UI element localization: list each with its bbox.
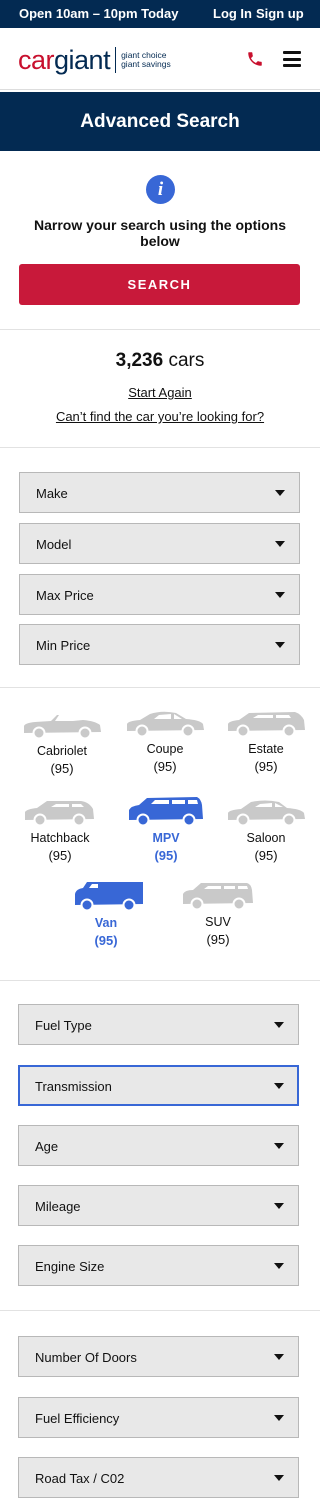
chevron-down-icon (274, 1083, 284, 1089)
suv-icon (183, 883, 253, 911)
phone-icon[interactable] (246, 50, 264, 68)
mileage-select[interactable]: Mileage (18, 1185, 299, 1226)
age-select[interactable]: Age (18, 1125, 299, 1166)
top-bar: Open 10am – 10pm Today Log In Sign up (0, 0, 320, 28)
road-tax-select[interactable]: Road Tax / C02 (18, 1457, 299, 1498)
body-type-saloon[interactable]: Saloon (95) (218, 797, 314, 863)
cargiant-logo[interactable]: cargiant giant choice giant savings (18, 44, 171, 76)
body-type-label: Cabriolet (36, 744, 88, 758)
chevron-down-icon (274, 1354, 284, 1360)
search-button[interactable]: SEARCH (19, 264, 300, 305)
number-of-doors-select[interactable]: Number Of Doors (18, 1336, 299, 1377)
hamburger-menu-icon[interactable] (283, 51, 301, 67)
divider (0, 329, 320, 330)
body-type-count: (95) (206, 932, 230, 947)
estate-icon (228, 712, 305, 738)
chevron-down-icon (275, 592, 285, 598)
chevron-down-icon (274, 1203, 284, 1209)
body-type-count: (95) (154, 848, 178, 863)
body-type-label: Hatchback (30, 831, 90, 845)
logo-tagline: giant choice giant savings (121, 50, 171, 69)
opening-hours: Open 10am – 10pm Today (19, 6, 179, 21)
start-again-link[interactable]: Start Again (128, 385, 192, 400)
transmission-select[interactable]: Transmission (18, 1065, 299, 1106)
cabriolet-icon (24, 715, 101, 740)
make-select[interactable]: Make (19, 472, 300, 513)
chevron-down-icon (274, 1415, 284, 1421)
model-select[interactable]: Model (19, 523, 300, 564)
chevron-down-icon (274, 1263, 284, 1269)
van-icon (75, 882, 143, 912)
body-type-count: (95) (153, 759, 177, 774)
intro-text: Narrow your search using the options bel… (33, 217, 287, 249)
chevron-down-icon (275, 642, 285, 648)
chevron-down-icon (274, 1143, 284, 1149)
chevron-down-icon (274, 1022, 284, 1028)
results-count: 3,236 cars (115, 350, 205, 371)
body-type-estate[interactable]: Estate (95) (218, 708, 314, 774)
body-type-suv[interactable]: SUV (95) (170, 881, 266, 947)
divider (0, 980, 320, 981)
mpv-icon (129, 797, 203, 827)
saloon-icon (228, 800, 305, 827)
site-header: cargiant giant choice giant savings (0, 28, 320, 90)
body-type-label: Estate (248, 742, 284, 756)
body-type-hatchback[interactable]: Hatchback (95) (12, 797, 108, 863)
body-type-coupe[interactable]: Coupe (95) (117, 708, 213, 774)
body-type-label: Coupe (146, 742, 184, 756)
divider (0, 447, 320, 448)
body-type-van[interactable]: Van (95) (58, 880, 154, 948)
max-price-select[interactable]: Max Price (19, 574, 300, 615)
fuel-type-select[interactable]: Fuel Type (18, 1004, 299, 1045)
body-type-count: (95) (254, 848, 278, 863)
body-type-count: (95) (254, 759, 278, 774)
info-icon: i (146, 175, 175, 204)
logo-wordmark: cargiant (18, 44, 111, 75)
body-type-count: (95) (48, 848, 72, 863)
coupe-icon (127, 711, 204, 738)
chevron-down-icon (275, 490, 285, 496)
body-type-cabriolet[interactable]: Cabriolet (95) (14, 710, 110, 776)
login-link[interactable]: Log In (213, 6, 252, 21)
divider (0, 687, 320, 688)
body-type-count: (95) (94, 933, 118, 948)
chevron-down-icon (274, 1475, 284, 1481)
body-type-label: Saloon (246, 831, 286, 845)
fuel-efficiency-select[interactable]: Fuel Efficiency (18, 1397, 299, 1438)
chevron-down-icon (275, 541, 285, 547)
logo-divider (115, 47, 117, 73)
cant-find-link[interactable]: Can’t find the car you’re looking for? (56, 409, 264, 424)
body-type-count: (95) (50, 761, 74, 776)
min-price-select[interactable]: Min Price (19, 624, 300, 665)
signup-link[interactable]: Sign up (256, 6, 304, 21)
body-type-label: MPV (152, 831, 180, 845)
body-type-label: Van (94, 916, 118, 930)
page-title: Advanced Search (0, 92, 320, 151)
hatchback-icon (25, 801, 94, 827)
engine-size-select[interactable]: Engine Size (18, 1245, 299, 1286)
divider (0, 1310, 320, 1311)
body-type-label: SUV (205, 915, 231, 929)
body-type-mpv[interactable]: MPV (95) (118, 795, 214, 863)
